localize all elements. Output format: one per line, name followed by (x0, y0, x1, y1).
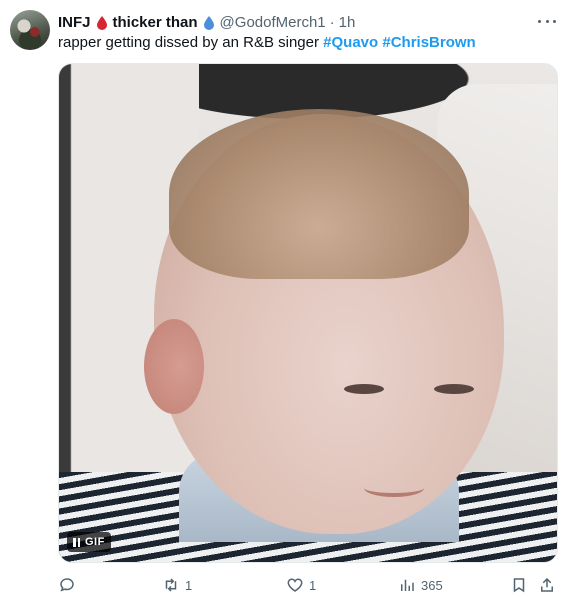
baby-smile (364, 479, 424, 497)
gif-label: GIF (85, 536, 105, 548)
reply-button[interactable] (58, 575, 81, 595)
blood-drop-icon (96, 16, 107, 30)
views-count: 365 (421, 577, 443, 593)
like-count: 1 (309, 577, 317, 593)
views-button[interactable]: 365 (398, 575, 443, 595)
gif-media[interactable]: GIF (58, 63, 558, 563)
heart-icon (287, 578, 303, 592)
pause-icon (73, 537, 80, 547)
tweet-text: rapper getting dissed by an R&B singer #… (58, 33, 476, 53)
display-name[interactable]: INFJ (58, 14, 91, 31)
retweet-count: 1 (185, 577, 193, 593)
more-options-icon[interactable] (538, 12, 556, 30)
hashtag-chrisbrown[interactable]: #ChrisBrown (382, 34, 475, 51)
timestamp[interactable]: 1h (339, 14, 356, 31)
views-icon (401, 579, 414, 591)
hashtag-quavo[interactable]: #Quavo (323, 34, 378, 51)
user-handle[interactable]: @GodofMerch1 (220, 14, 326, 31)
retweet-icon (165, 578, 177, 592)
bookmark-icon (513, 578, 525, 593)
bookmark-button[interactable] (510, 575, 528, 595)
separator-dot: · (329, 13, 335, 31)
like-button[interactable]: 1 (286, 575, 316, 595)
water-drop-icon (203, 16, 214, 30)
baby-eye-left (344, 384, 384, 394)
tweet-body: rapper getting dissed by an R&B singer (58, 34, 319, 51)
retweet-button[interactable]: 1 (162, 575, 192, 595)
share-button[interactable] (538, 575, 556, 595)
share-icon (541, 577, 553, 592)
gif-pause-button[interactable]: GIF (67, 532, 111, 552)
baby-ear (144, 319, 204, 414)
baby-eye-right (434, 384, 474, 394)
avatar[interactable] (10, 10, 50, 50)
tweet-actions: 1 1 365 (58, 575, 556, 595)
display-name-suffix[interactable]: thicker than (113, 14, 198, 31)
reply-icon (60, 578, 74, 592)
baby-hair (169, 109, 469, 279)
tweet-header: INFJ thicker than @GodofMerch1 · 1h (58, 12, 355, 32)
